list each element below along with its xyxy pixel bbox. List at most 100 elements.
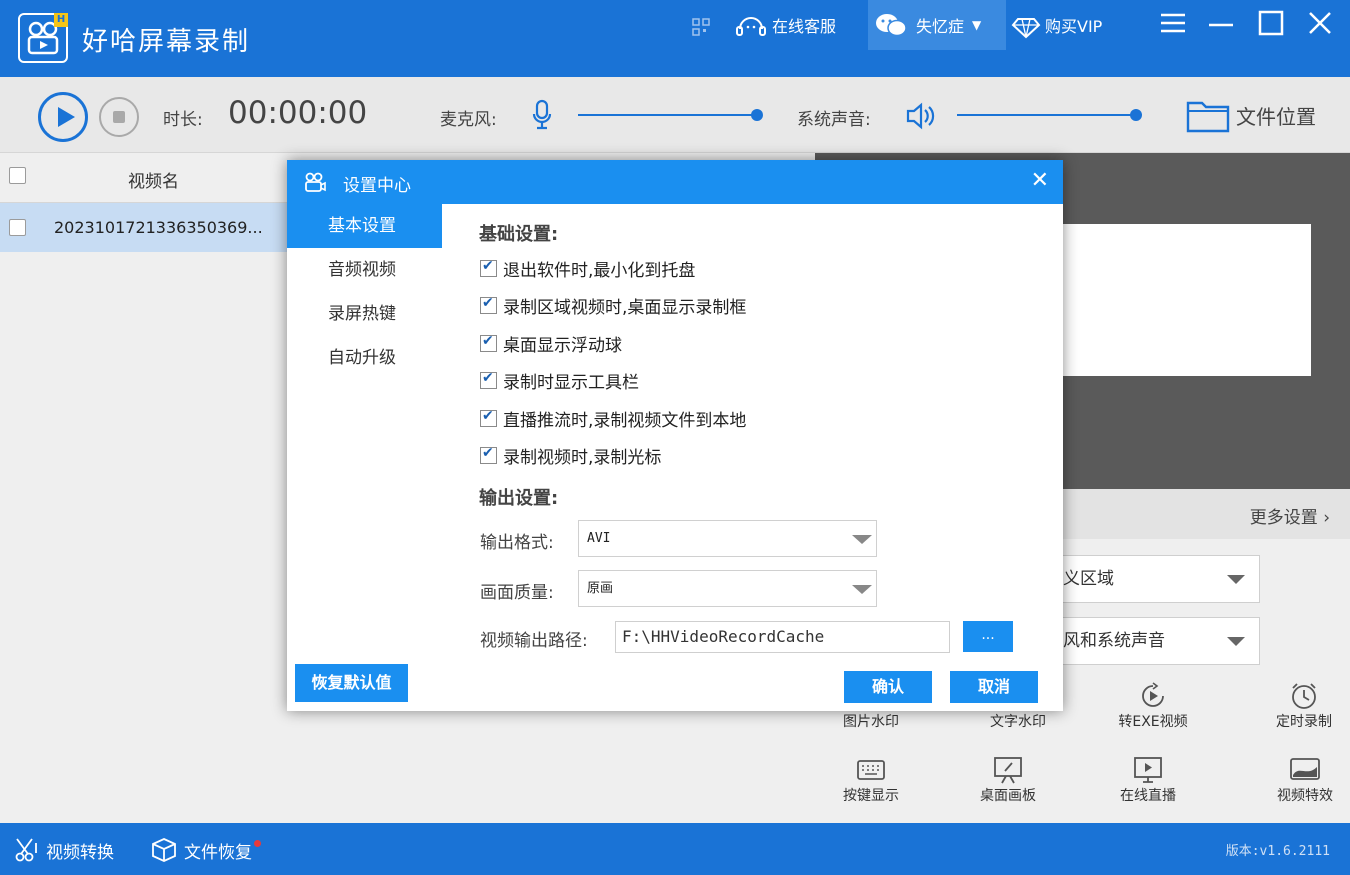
settings-dialog: 设置中心 ✕ 基本设置 音频视频 录屏热键 自动升级 基础设置: 退出软件时,最…: [287, 160, 1063, 711]
speaker-icon[interactable]: [905, 102, 935, 130]
option-checkbox[interactable]: [480, 445, 497, 464]
video-file-name: 2023101721336350369...: [54, 218, 263, 237]
option-checkbox[interactable]: [480, 333, 497, 352]
wechat-icon: [876, 14, 907, 37]
select-all-checkbox[interactable]: [9, 167, 26, 184]
video-convert-button[interactable]: 视频转换: [14, 837, 114, 863]
system-volume-slider[interactable]: [957, 109, 1142, 121]
option-label: 退出软件时,最小化到托盘: [503, 261, 696, 281]
buy-vip-label: 购买VIP: [1045, 17, 1103, 36]
maximize-icon[interactable]: [1254, 10, 1288, 42]
mic-volume-slider[interactable]: [578, 109, 763, 121]
preview-canvas: [1063, 224, 1311, 376]
keystroke-display-tool[interactable]: 按键显示: [821, 755, 921, 805]
record-area-value: 义区域: [1063, 569, 1114, 589]
close-icon[interactable]: ✕: [1031, 168, 1049, 193]
user-name: 失忆症: [916, 17, 965, 36]
more-settings-link[interactable]: 更多设置 ›: [1250, 503, 1330, 528]
system-sound-label: 系统声音:: [797, 110, 871, 130]
folder-icon: [1186, 101, 1230, 133]
option-checkbox[interactable]: [480, 258, 497, 277]
output-settings-heading: 输出设置:: [479, 488, 559, 509]
online-service-button[interactable]: 在线客服: [734, 14, 836, 40]
monitor-play-icon: [1134, 757, 1162, 783]
buy-vip-button[interactable]: 购买VIP: [1011, 14, 1102, 40]
scheduled-record-tool[interactable]: 定时录制: [1254, 681, 1350, 731]
output-path-input[interactable]: F:\HHVideoRecordCache: [615, 621, 950, 653]
convert-exe-icon: [1142, 682, 1164, 707]
close-window-icon[interactable]: [1303, 10, 1337, 42]
app-title: 好哈屏幕录制: [82, 27, 251, 57]
settings-nav: 基本设置 音频视频 录屏热键 自动升级: [287, 204, 442, 380]
option-record-cursor[interactable]: 录制视频时,录制光标: [480, 443, 661, 468]
headset-icon: [736, 17, 766, 36]
dialog-title-bar: 设置中心 ✕: [287, 160, 1063, 204]
chevron-down-icon: [852, 535, 872, 544]
dropdown-arrow-icon: ▼: [972, 18, 982, 32]
tab-basic-settings[interactable]: 基本设置: [287, 204, 442, 248]
tab-audio-video[interactable]: 音频视频: [287, 248, 442, 292]
convert-exe-tool[interactable]: 转EXE视频: [1103, 681, 1203, 731]
system-volume-knob[interactable]: [1130, 109, 1142, 121]
duration-label: 时长:: [163, 110, 203, 130]
chevron-down-icon: [1227, 637, 1245, 646]
tool-label: 桌面画板: [980, 788, 1036, 804]
file-recovery-button[interactable]: 文件恢复: [150, 837, 261, 863]
tool-label: 文字水印: [990, 714, 1046, 730]
restore-default-button[interactable]: 恢复默认值: [295, 664, 408, 702]
keyboard-icon: [857, 760, 885, 780]
output-format-label: 输出格式:: [480, 533, 554, 553]
diamond-icon: [1011, 18, 1041, 39]
chevron-right-icon: ›: [1323, 508, 1330, 528]
output-format-select[interactable]: AVI: [578, 520, 877, 557]
file-location-button[interactable]: 文件位置: [1186, 97, 1316, 133]
option-show-record-frame[interactable]: 录制区域视频时,桌面显示录制框: [480, 293, 746, 318]
option-floating-ball[interactable]: 桌面显示浮动球: [480, 331, 622, 356]
duration-value: 00:00:00: [228, 95, 368, 131]
option-checkbox[interactable]: [480, 295, 497, 314]
option-checkbox[interactable]: [480, 370, 497, 389]
tool-label: 在线直播: [1120, 788, 1176, 804]
tab-auto-upgrade[interactable]: 自动升级: [287, 336, 442, 380]
more-settings-label: 更多设置: [1249, 508, 1318, 528]
minimize-icon[interactable]: [1204, 10, 1238, 42]
confirm-button[interactable]: 确认: [844, 671, 932, 703]
browse-button[interactable]: ...: [963, 621, 1013, 652]
alarm-clock-icon: [1292, 683, 1316, 709]
option-minimize-to-tray[interactable]: 退出软件时,最小化到托盘: [480, 256, 695, 281]
video-convert-label: 视频转换: [46, 842, 114, 863]
tool-label: 视频特效: [1277, 788, 1333, 804]
option-show-toolbar[interactable]: 录制时显示工具栏: [480, 368, 639, 393]
chevron-down-icon: [852, 585, 872, 594]
option-live-record-local[interactable]: 直播推流时,录制视频文件到本地: [480, 406, 746, 431]
video-effects-tool[interactable]: 视频特效: [1255, 755, 1350, 805]
online-service-label: 在线客服: [772, 17, 837, 36]
menu-icon[interactable]: [1156, 10, 1190, 42]
camera-icon: [305, 172, 326, 192]
user-menu[interactable]: 失忆症 ▼: [868, 0, 1006, 50]
quality-select[interactable]: 原画: [578, 570, 877, 607]
microphone-icon[interactable]: [532, 99, 552, 131]
row-checkbox[interactable]: [9, 219, 26, 236]
tab-record-hotkeys[interactable]: 录屏热键: [287, 292, 442, 336]
version-label: 版本:v1.6.2111: [1225, 844, 1330, 859]
record-area-select[interactable]: 义区域: [1040, 555, 1260, 603]
start-record-button[interactable]: [38, 92, 88, 142]
file-recovery-label: 文件恢复: [184, 842, 252, 863]
option-label: 录制时显示工具栏: [503, 373, 639, 393]
option-label: 桌面显示浮动球: [503, 336, 622, 356]
stop-record-button[interactable]: [99, 97, 139, 137]
mic-volume-knob[interactable]: [751, 109, 763, 121]
desktop-drawing-tool[interactable]: 桌面画板: [958, 755, 1058, 805]
title-bar: H 好哈屏幕录制 在线客服 失忆症 ▼ 购买VIP: [0, 0, 1350, 77]
quality-value: 原画: [587, 581, 614, 596]
live-stream-tool[interactable]: 在线直播: [1098, 755, 1198, 805]
audio-source-select[interactable]: 风和系统声音: [1040, 617, 1260, 665]
video-effects-icon: [1290, 758, 1320, 780]
option-label: 录制区域视频时,桌面显示录制框: [503, 298, 747, 318]
option-checkbox[interactable]: [480, 408, 497, 427]
tool-label: 按键显示: [843, 788, 899, 804]
logo-badge: H: [54, 13, 68, 27]
qr-code-icon[interactable]: [692, 14, 710, 40]
cancel-button[interactable]: 取消: [950, 671, 1038, 703]
